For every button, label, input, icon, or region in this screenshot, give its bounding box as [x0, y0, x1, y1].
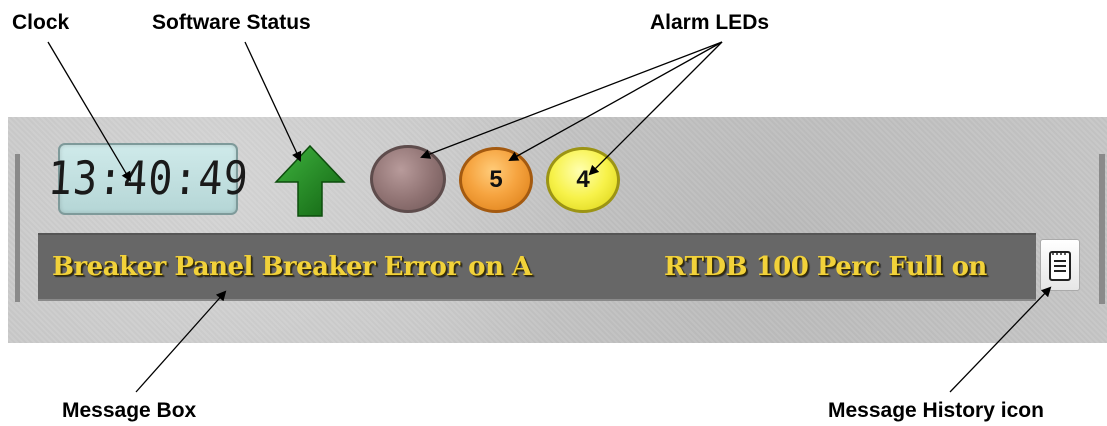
message-box[interactable]: Breaker Panel Breaker Error on A RTDB 10… [38, 233, 1036, 301]
alarm-led-1[interactable] [370, 145, 446, 213]
clock-display: 13:40:49 [46, 143, 250, 215]
alarm-led-2[interactable]: 5 [459, 147, 533, 213]
callout-software-status-label: Software Status [152, 11, 311, 34]
callout-message-box-label: Message Box [62, 399, 197, 422]
callout-clock-label: Clock [12, 11, 70, 34]
up-arrow-icon [274, 144, 346, 217]
alarm-led-3[interactable]: 4 [546, 147, 620, 213]
message-item: Breaker Panel Breaker Error on A [52, 252, 532, 282]
callout-message-history-icon-label: Message History icon [828, 399, 1044, 422]
alarm-led-2-count: 5 [489, 166, 503, 193]
panel-left-edge [15, 154, 20, 302]
alarm-led-3-count: 4 [576, 166, 590, 193]
panel-right-edge [1099, 154, 1105, 304]
notepad-icon [1049, 251, 1071, 281]
clock-time: 13:40:49 [46, 152, 250, 206]
software-status-indicator[interactable] [274, 144, 346, 218]
message-history-button[interactable] [1040, 239, 1080, 291]
callout-alarm-leds-label: Alarm LEDs [650, 11, 770, 34]
message-item: RTDB 100 Perc Full on [664, 252, 987, 282]
